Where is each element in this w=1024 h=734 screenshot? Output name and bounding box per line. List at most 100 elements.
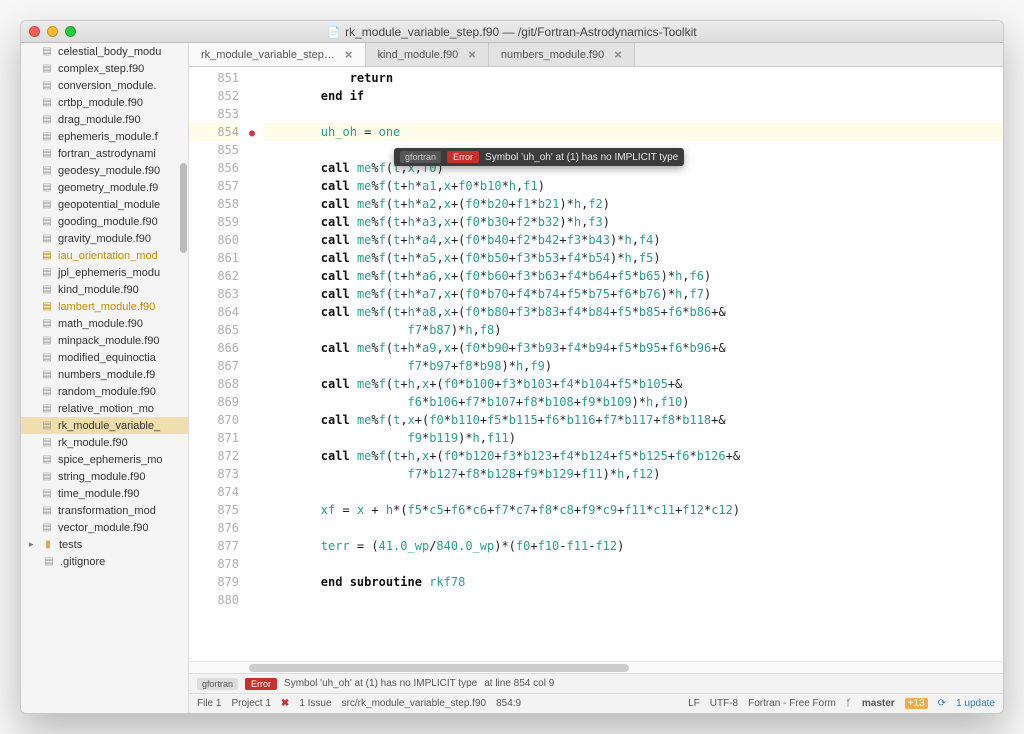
code-line[interactable]: call me%f(t+h*a2,x+(f0*b20+f1*b21)*h,f2) [263, 195, 1003, 213]
sidebar-item-gooding-module-f90[interactable]: ▤gooding_module.f90 [21, 213, 188, 230]
code-line[interactable]: return [263, 69, 1003, 87]
code-line[interactable]: f7*b127+f8*b128+f9*b129+f11)*h,f12) [263, 465, 1003, 483]
code-line[interactable] [263, 105, 1003, 123]
code-line[interactable] [263, 555, 1003, 573]
code-line[interactable]: call me%f(t+h*a4,x+(f0*b40+f2*b42+f3*b43… [263, 231, 1003, 249]
file-icon: ▤ [41, 335, 53, 346]
sidebar-item-vector-module-f90[interactable]: ▤vector_module.f90 [21, 519, 188, 536]
file-icon: ▤ [41, 471, 53, 482]
code-line[interactable]: f9*b119)*h,f11) [263, 429, 1003, 447]
code-line[interactable]: call me%f(t+h*a3,x+(f0*b30+f2*b32)*h,f3) [263, 213, 1003, 231]
sidebar-item-jpl-ephemeris-modu[interactable]: ▤jpl_ephemeris_modu [21, 264, 188, 281]
sidebar-item-rk-module-f90[interactable]: ▤rk_module.f90 [21, 434, 188, 451]
code-line[interactable] [263, 591, 1003, 609]
sidebar-item-ephemeris-module-f[interactable]: ▤ephemeris_module.f [21, 128, 188, 145]
code-line[interactable]: call me%f(t+h,x+(f0*b100+f3*b103+f4*b104… [263, 375, 1003, 393]
tab-numbers-module-f90[interactable]: numbers_module.f90× [489, 43, 635, 66]
status-file[interactable]: File 1 [197, 698, 221, 709]
status-update[interactable]: 1 update [956, 698, 995, 709]
code-line[interactable]: terr = (41.0_wp/840.0_wp)*(f0+f10-f11-f1… [263, 537, 1003, 555]
code-line[interactable]: f7*b97+f8*b98)*h,f9) [263, 357, 1003, 375]
file-icon: ▤ [41, 114, 53, 125]
editor-main: rk_module_variable_step…×kind_module.f90… [189, 43, 1003, 713]
code-line[interactable]: call me%f(t+h*a1,x+f0*b10*h,f1) [263, 177, 1003, 195]
sidebar-item-relative-motion-mo[interactable]: ▤relative_motion_mo [21, 400, 188, 417]
sidebar-item-geometry-module-f9[interactable]: ▤geometry_module.f9 [21, 179, 188, 196]
title-bar[interactable]: rk_module_variable_step.f90 — /git/Fortr… [21, 21, 1003, 43]
code-line[interactable] [263, 519, 1003, 537]
minimize-window-icon[interactable] [47, 26, 58, 37]
code-line[interactable]: xf = x + h*(f5*c5+f6*c6+f7*c7+f8*c8+f9*c… [263, 501, 1003, 519]
sidebar-item-time-module-f90[interactable]: ▤time_module.f90 [21, 485, 188, 502]
zoom-window-icon[interactable] [65, 26, 76, 37]
sidebar-item-gitignore[interactable]: ▤.gitignore [21, 553, 188, 570]
document-icon [327, 25, 345, 39]
code-line[interactable]: call me%f(t+h*a6,x+(f0*b60+f3*b63+f4*b64… [263, 267, 1003, 285]
code-line[interactable] [263, 483, 1003, 501]
sidebar-item-iau-orientation-mod[interactable]: ▤iau_orientation_mod [21, 247, 188, 264]
scrollbar-thumb[interactable] [180, 163, 187, 253]
sidebar-item-modified-equinoctia[interactable]: ▤modified_equinoctia [21, 349, 188, 366]
code-line[interactable]: f7*b87)*h,f8) [263, 321, 1003, 339]
file-tree-sidebar[interactable]: ▤celestial_body_modu▤complex_step.f90▤co… [21, 43, 189, 713]
breakpoint-icon[interactable]: ● [249, 128, 255, 139]
tab-rk-module-variable-step-[interactable]: rk_module_variable_step…× [189, 43, 366, 66]
status-cursor[interactable]: 854:9 [496, 698, 521, 709]
sidebar-item-fortran-astrodynami[interactable]: ▤fortran_astrodynami [21, 145, 188, 162]
horizontal-scrollbar[interactable] [189, 661, 1003, 673]
sidebar-item-math-module-f90[interactable]: ▤math_module.f90 [21, 315, 188, 332]
code-line[interactable]: call me%f(t+h*a9,x+(f0*b90+f3*b93+f4*b94… [263, 339, 1003, 357]
close-icon[interactable]: × [614, 47, 622, 62]
sidebar-item-crtbp-module-f90[interactable]: ▤crtbp_module.f90 [21, 94, 188, 111]
sidebar-item-minpack-module-f90[interactable]: ▤minpack_module.f90 [21, 332, 188, 349]
code-line[interactable]: call me%f(t+h*a5,x+(f0*b50+f3*b53+f4*b54… [263, 249, 1003, 267]
breakpoint-gutter[interactable]: ● [249, 67, 263, 661]
code-line[interactable]: end if [263, 87, 1003, 105]
scrollbar-thumb[interactable] [249, 664, 629, 672]
status-changes[interactable]: +13 [905, 698, 928, 709]
code-line[interactable]: call me%f(t,x+(f0*b110+f5*b115+f6*b116+f… [263, 411, 1003, 429]
sidebar-item-rk-module-variable-[interactable]: ▤rk_module_variable_ [21, 417, 188, 434]
sidebar-item-transformation-mod[interactable]: ▤transformation_mod [21, 502, 188, 519]
code-line[interactable]: call me%f(t+h*a7,x+(f0*b70+f4*b74+f5*b75… [263, 285, 1003, 303]
status-branch[interactable]: master [862, 698, 895, 709]
sidebar-item-complex-step-f90[interactable]: ▤complex_step.f90 [21, 60, 188, 77]
file-icon: ▤ [41, 182, 53, 193]
sidebar-item-geopotential-module[interactable]: ▤geopotential_module [21, 196, 188, 213]
sidebar-item-gravity-module-f90[interactable]: ▤gravity_module.f90 [21, 230, 188, 247]
tab-kind-module-f90[interactable]: kind_module.f90× [366, 43, 489, 66]
sidebar-item-geodesy-module-f90[interactable]: ▤geodesy_module.f90 [21, 162, 188, 179]
sidebar-item-conversion-module-[interactable]: ▤conversion_module. [21, 77, 188, 94]
diag-message: Symbol 'uh_oh' at (1) has no IMPLICIT ty… [284, 678, 477, 689]
line-number-gutter[interactable]: 8518528538548558568578588598608618628638… [189, 67, 249, 661]
code-line[interactable]: call me%f(t+h,x+(f0*b120+f3*b123+f4*b124… [263, 447, 1003, 465]
status-project[interactable]: Project 1 [231, 698, 270, 709]
code-editor[interactable]: 8518528538548558568578588598608618628638… [189, 67, 1003, 661]
sidebar-folder-tests[interactable]: ▸▮tests [21, 536, 188, 553]
sidebar-item-numbers-module-f9[interactable]: ▤numbers_module.f9 [21, 366, 188, 383]
code-line[interactable]: f6*b106+f7*b107+f8*b108+f9*b109)*h,f10) [263, 393, 1003, 411]
close-window-icon[interactable] [29, 26, 40, 37]
sidebar-item-drag-module-f90[interactable]: ▤drag_module.f90 [21, 111, 188, 128]
code-line[interactable]: uh_oh = one [263, 123, 1003, 141]
sidebar-item-kind-module-f90[interactable]: ▤kind_module.f90 [21, 281, 188, 298]
status-encoding[interactable]: UTF-8 [710, 698, 738, 709]
sidebar-item-lambert-module-f90[interactable]: ▤lambert_module.f90 [21, 298, 188, 315]
file-icon: ▤ [41, 97, 53, 108]
sidebar-item-random-module-f90[interactable]: ▤random_module.f90 [21, 383, 188, 400]
sidebar-item-spice-ephemeris-mo[interactable]: ▤spice_ephemeris_mo [21, 451, 188, 468]
code-line[interactable]: call me%f(t+h*a8,x+(f0*b80+f3*b83+f4*b84… [263, 303, 1003, 321]
status-issues[interactable]: 1 Issue [299, 698, 331, 709]
close-icon[interactable]: × [345, 47, 353, 62]
sidebar-scrollbar[interactable] [179, 43, 188, 713]
status-bar[interactable]: File 1 Project 1 ✖ 1 Issue src/rk_module… [189, 693, 1003, 713]
traffic-lights [29, 26, 76, 37]
sidebar-item-string-module-f90[interactable]: ▤string_module.f90 [21, 468, 188, 485]
status-line-ending[interactable]: LF [688, 698, 700, 709]
sidebar-item-celestial-body-modu[interactable]: ▤celestial_body_modu [21, 43, 188, 60]
status-language[interactable]: Fortran - Free Form [748, 698, 836, 709]
diagnostics-bar[interactable]: gfortran Error Symbol 'uh_oh' at (1) has… [189, 673, 1003, 693]
tab-bar[interactable]: rk_module_variable_step…×kind_module.f90… [189, 43, 1003, 67]
code-line[interactable]: end subroutine rkf78 [263, 573, 1003, 591]
close-icon[interactable]: × [468, 47, 476, 62]
